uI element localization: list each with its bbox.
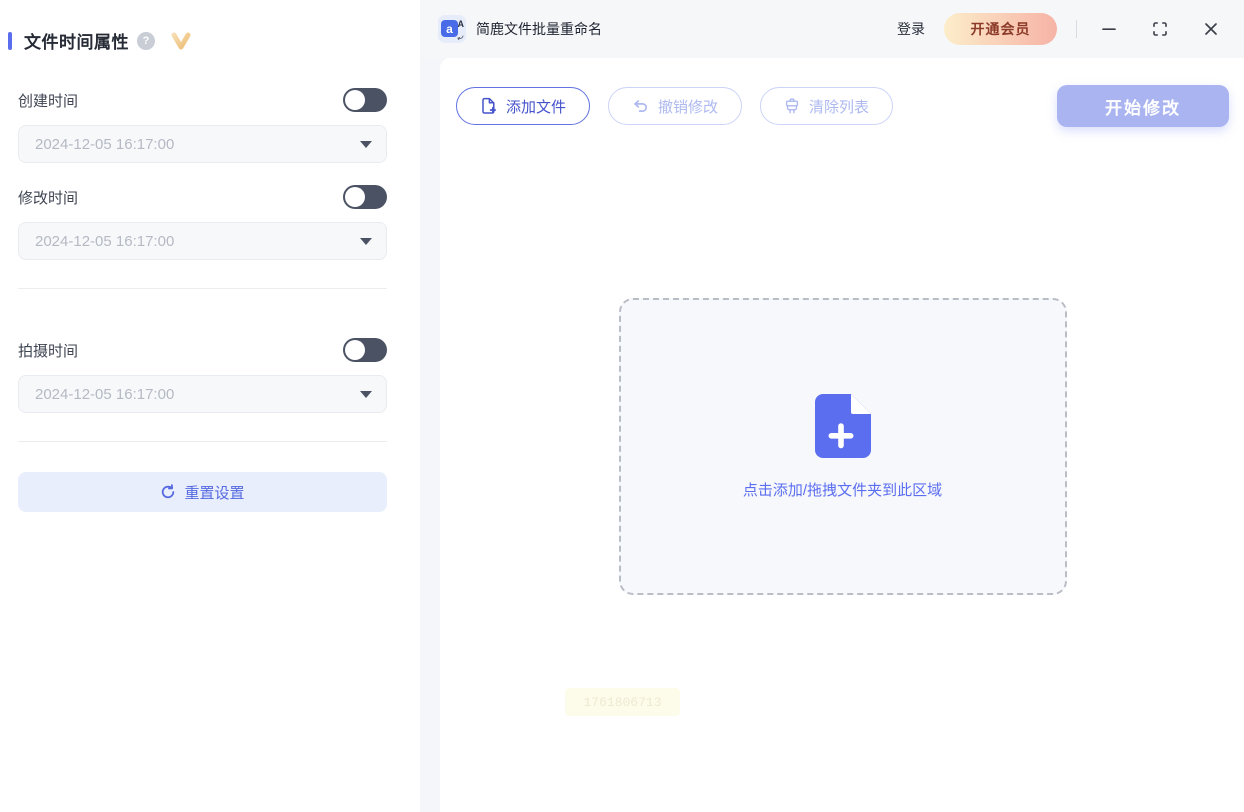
creation-time-label: 创建时间 [18, 92, 79, 110]
vip-crown-icon [171, 32, 191, 50]
modified-time-date-input[interactable]: 2024-12-05 16:17:00 [18, 222, 387, 260]
chevron-down-icon [360, 140, 372, 148]
open-membership-button[interactable]: 开通会员 [944, 13, 1057, 45]
capture-time-toggle[interactable] [343, 338, 387, 362]
maximize-button[interactable] [1147, 16, 1173, 42]
dropzone-hint: 点击添加/拖拽文件夹到此区域 [742, 481, 943, 499]
main-panel: a A 简鹿文件批量重命名 登录 开通会员 添加文件 撤销修改 清除列表 开始修… [420, 0, 1244, 812]
chevron-down-icon [360, 390, 372, 398]
capture-time-row: 拍摄时间 [18, 338, 387, 362]
close-button[interactable] [1198, 16, 1224, 42]
undo-label: 撤销修改 [658, 98, 719, 116]
section-divider [18, 441, 387, 442]
modified-time-value: 2024-12-05 16:17:00 [35, 232, 175, 250]
logo-arrow-icon [457, 35, 464, 40]
dropzone[interactable]: 点击添加/拖拽文件夹到此区域 [618, 298, 1067, 595]
file-add-icon [480, 97, 497, 115]
capture-time-date-input[interactable]: 2024-12-05 16:17:00 [18, 375, 387, 413]
sidebar-title: 文件时间属性 [24, 33, 129, 52]
app-identity: a A 简鹿文件批量重命名 [438, 15, 602, 43]
logo-mini-letter: A [457, 19, 465, 29]
sidebar: 文件时间属性 ? 创建时间 2024-12-05 16:17:00 修改时间 2… [0, 0, 420, 812]
watermark: 1761806713 [565, 688, 680, 716]
start-modify-button[interactable]: 开始修改 [1057, 85, 1229, 127]
toggle-knob [345, 340, 365, 360]
modified-time-label: 修改时间 [18, 189, 79, 207]
accent-bar [8, 31, 12, 50]
sidebar-header: 文件时间属性 ? [8, 28, 387, 53]
file-plus-icon [814, 393, 871, 458]
app-logo-icon: a A [438, 15, 466, 43]
clear-list-label: 清除列表 [809, 98, 870, 116]
minimize-button[interactable] [1096, 16, 1122, 42]
reset-label: 重置设置 [184, 484, 245, 502]
section-divider [18, 288, 387, 289]
add-files-button[interactable]: 添加文件 [456, 87, 591, 125]
capture-time-label: 拍摄时间 [18, 342, 79, 360]
titlebar: a A 简鹿文件批量重命名 登录 开通会员 [420, 0, 1244, 58]
app-window: 文件时间属性 ? 创建时间 2024-12-05 16:17:00 修改时间 2… [0, 0, 1244, 812]
logo-letter: a [441, 20, 458, 37]
toggle-knob [345, 90, 365, 110]
modified-time-row: 修改时间 [18, 185, 387, 209]
undo-icon [632, 98, 649, 114]
toggle-knob [345, 187, 365, 207]
undo-button[interactable]: 撤销修改 [608, 87, 743, 125]
clear-brush-icon [784, 97, 800, 115]
modified-time-toggle[interactable] [343, 185, 387, 209]
creation-time-row: 创建时间 [18, 88, 387, 112]
help-icon[interactable]: ? [137, 31, 155, 50]
content-area: 添加文件 撤销修改 清除列表 开始修改 点击添加/拖拽文件夹到此区域 17618… [440, 58, 1244, 812]
window-title: 简鹿文件批量重命名 [476, 21, 602, 37]
titlebar-divider [1076, 20, 1077, 38]
clear-list-button[interactable]: 清除列表 [760, 87, 894, 125]
capture-time-value: 2024-12-05 16:17:00 [35, 385, 175, 403]
toolbar: 添加文件 撤销修改 清除列表 开始修改 [456, 85, 1229, 127]
login-link[interactable]: 登录 [897, 19, 925, 39]
creation-time-date-input[interactable]: 2024-12-05 16:17:00 [18, 125, 387, 163]
add-files-label: 添加文件 [506, 98, 567, 116]
chevron-down-icon [360, 237, 372, 245]
creation-time-toggle[interactable] [343, 88, 387, 112]
creation-time-value: 2024-12-05 16:17:00 [35, 135, 175, 153]
reset-settings-button[interactable]: 重置设置 [18, 472, 387, 512]
titlebar-actions: 登录 开通会员 [897, 13, 1224, 45]
reset-icon [160, 484, 176, 500]
